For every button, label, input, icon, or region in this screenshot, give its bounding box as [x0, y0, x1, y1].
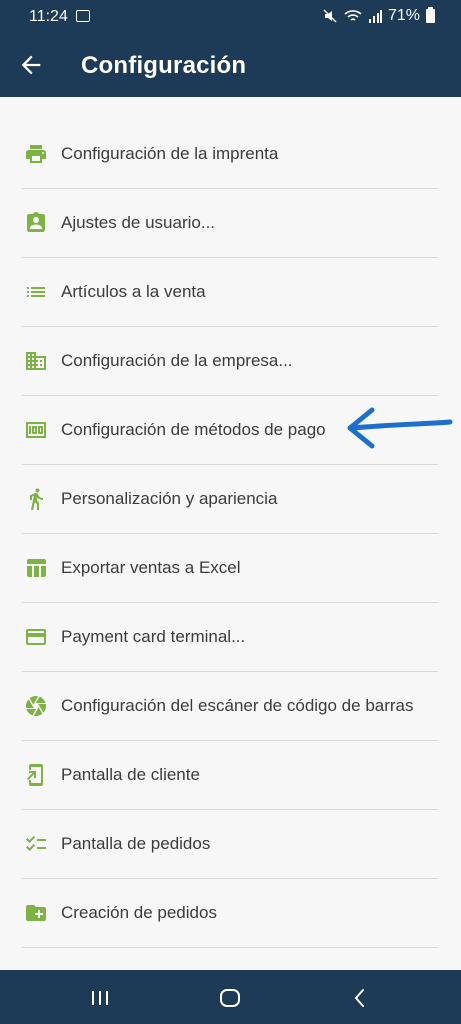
- setting-label: Pantalla de cliente: [61, 765, 200, 784]
- credit-card-icon: [26, 629, 46, 645]
- setting-label: Creación de pedidos: [61, 903, 217, 922]
- setting-label: Ajustes de usuario...: [61, 213, 216, 232]
- setting-label: Pantalla de pedidos: [61, 834, 211, 853]
- list-icon: [27, 287, 45, 297]
- person-run-icon: [30, 488, 43, 510]
- user-badge-icon: [27, 212, 45, 232]
- wifi-icon: [344, 10, 362, 21]
- home-icon[interactable]: [216, 984, 244, 1012]
- recent-apps-icon[interactable]: [86, 984, 114, 1012]
- setting-printer[interactable]: Configuración de la imprenta: [22, 120, 438, 189]
- setting-appearance[interactable]: Personalización y apariencia: [22, 465, 438, 534]
- setting-orders-display[interactable]: Pantalla de pedidos: [22, 810, 438, 879]
- signal-icon: [368, 10, 382, 23]
- page-title: Configuración: [81, 52, 247, 79]
- aperture-icon: [26, 696, 46, 716]
- phone-forward-icon: [27, 764, 43, 786]
- gallery-notification-icon: [76, 10, 90, 22]
- setting-label: Configuración del escáner de código de b…: [61, 696, 414, 715]
- setting-label: Configuración de la empresa...: [61, 351, 293, 370]
- setting-company[interactable]: Configuración de la empresa...: [22, 327, 438, 396]
- status-icons: 71%: [322, 7, 435, 25]
- setting-label: Payment card terminal...: [61, 627, 246, 646]
- setting-card-terminal[interactable]: Payment card terminal...: [22, 603, 438, 672]
- setting-label: Personalización y apariencia: [61, 489, 278, 508]
- status-bar: 11:24 71%: [0, 0, 461, 34]
- setting-label: Artículos a la venta: [61, 282, 206, 301]
- app-bar: Configuración: [0, 34, 461, 97]
- setting-label: Configuración de métodos de pago: [61, 420, 326, 439]
- setting-order-creation[interactable]: Creación de pedidos: [22, 879, 438, 948]
- money-icon: [26, 422, 46, 438]
- folder-add-icon: [26, 905, 46, 921]
- building-icon: [26, 352, 46, 370]
- settings-list: Configuración de la imprenta Ajustes de …: [0, 120, 461, 948]
- table-icon: [27, 559, 46, 577]
- back-arrow-icon[interactable]: [17, 51, 45, 79]
- setting-barcode-scanner[interactable]: Configuración del escáner de código de b…: [22, 672, 438, 741]
- setting-label: Exportar ventas a Excel: [61, 558, 241, 577]
- back-nav-icon[interactable]: [346, 984, 374, 1012]
- battery-icon: [426, 7, 435, 23]
- annotation-arrow-icon: [347, 407, 453, 449]
- status-time: 11:24: [29, 8, 68, 25]
- setting-articles[interactable]: Artículos a la venta: [22, 258, 438, 327]
- setting-user[interactable]: Ajustes de usuario...: [22, 189, 438, 258]
- battery-text: 71%: [387, 7, 420, 24]
- printer-icon: [26, 145, 46, 163]
- mute-icon: [323, 9, 337, 23]
- setting-customer-display[interactable]: Pantalla de cliente: [22, 741, 438, 810]
- setting-label: Configuración de la imprenta: [61, 144, 279, 163]
- system-nav-bar: [0, 970, 461, 1024]
- checklist-icon: [26, 835, 46, 851]
- setting-export-excel[interactable]: Exportar ventas a Excel: [22, 534, 438, 603]
